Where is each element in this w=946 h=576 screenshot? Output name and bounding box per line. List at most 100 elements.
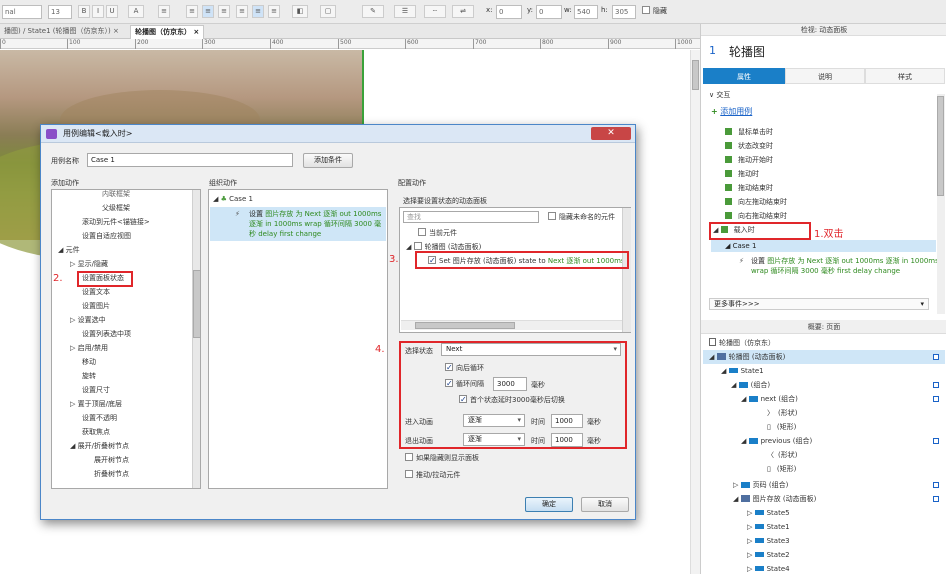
event-item[interactable]: 拖动开始时 bbox=[725, 154, 773, 167]
outline-state[interactable]: ▷ State2 bbox=[747, 548, 790, 562]
list-item[interactable]: ◢ 元件 bbox=[58, 243, 80, 257]
outline-carousel[interactable]: ◢ 轮播图 (动态面板) bbox=[703, 350, 945, 364]
list-item[interactable]: 设置自适应视图 bbox=[82, 229, 131, 243]
list-item[interactable]: 移动 bbox=[82, 355, 96, 369]
outline-state[interactable]: ▷ State3 bbox=[747, 534, 790, 548]
list-item[interactable]: 设置文本 bbox=[82, 285, 110, 299]
outline-rect[interactable]: ▯ (矩形) bbox=[767, 462, 796, 476]
search-input[interactable]: 查找 bbox=[403, 211, 539, 223]
enter-time-input[interactable]: 1000 bbox=[551, 414, 583, 428]
line-width-icon[interactable]: ☰ bbox=[394, 5, 416, 18]
dialog-titlebar[interactable]: 用例编辑<载入时> ✕ bbox=[41, 125, 635, 143]
bold-icon[interactable]: B bbox=[78, 5, 90, 18]
h-input[interactable]: 305 bbox=[612, 5, 636, 19]
underline-icon[interactable]: U bbox=[106, 5, 118, 18]
outline-state[interactable]: ▷ State1 bbox=[747, 520, 790, 534]
valign-middle-icon[interactable]: ≡ bbox=[252, 5, 264, 18]
list-item[interactable]: 设置列表选中项 bbox=[82, 327, 131, 341]
visibility-dot[interactable] bbox=[933, 482, 939, 488]
cancel-button[interactable]: 取消 bbox=[581, 497, 629, 512]
x-input[interactable]: 0 bbox=[496, 5, 522, 19]
org-case[interactable]: ◢ ♣ Case 1 bbox=[213, 192, 253, 206]
outline-image-panel[interactable]: ◢ 图片存放 (动态面板) bbox=[733, 492, 945, 506]
line-color-icon[interactable]: ✎ bbox=[362, 5, 384, 18]
list-item[interactable]: ▷ 显示/隐藏 bbox=[70, 257, 108, 271]
outline-state1[interactable]: ◢ State1 bbox=[721, 364, 764, 378]
shadow-icon[interactable]: ▢ bbox=[320, 5, 336, 18]
visibility-dot[interactable] bbox=[933, 354, 939, 360]
scroll-thumb[interactable] bbox=[415, 322, 515, 329]
case-action[interactable]: ⚡ 设置 图片存放 为 Next 逐渐 out 1000ms 逐渐 in 1000… bbox=[739, 256, 941, 276]
outline-shape[interactable]: 〉 (形状) bbox=[767, 406, 797, 420]
wrap-checkbox[interactable]: 向后循环 bbox=[445, 361, 484, 375]
outline-group[interactable]: ◢ (组合) bbox=[731, 378, 945, 392]
y-input[interactable]: 0 bbox=[536, 5, 562, 19]
list-item[interactable]: ◢ 展开/折叠树节点 bbox=[70, 439, 129, 453]
list-item[interactable]: 父级框架 bbox=[102, 201, 130, 215]
outline-page[interactable]: 轮播图（仿京东） bbox=[709, 336, 775, 350]
outline-pager[interactable]: ▷ 页码 (组合) bbox=[733, 478, 945, 492]
exit-anim-select[interactable]: 逐渐 bbox=[463, 433, 525, 446]
enter-anim-select[interactable]: 逐渐 bbox=[463, 414, 525, 427]
tab-carousel[interactable]: 轮播图（仿京东） × bbox=[130, 25, 205, 39]
event-item[interactable]: 向左拖动结束时 bbox=[725, 196, 787, 209]
exit-time-input[interactable]: 1000 bbox=[551, 433, 583, 447]
visibility-dot[interactable] bbox=[933, 496, 939, 502]
panel-tree-vscrollbar[interactable] bbox=[622, 208, 631, 332]
valign-bottom-icon[interactable]: ≡ bbox=[268, 5, 280, 18]
org-action-text[interactable]: ⚡ 设置 图片存放 为 Next 逐渐 out 1000ms 逐渐 in 1000… bbox=[235, 209, 385, 239]
list-item[interactable]: 设置图片 bbox=[82, 299, 110, 313]
list-item[interactable]: 滚动到元件<锚链接> bbox=[82, 215, 150, 229]
canvas-scrollbar[interactable] bbox=[690, 50, 700, 574]
align-right-icon[interactable]: ≡ bbox=[218, 5, 230, 18]
event-item[interactable]: 状态改变时 bbox=[725, 140, 773, 153]
align-center-icon[interactable]: ≡ bbox=[202, 5, 214, 18]
align-left-icon[interactable]: ≡ bbox=[186, 5, 198, 18]
interval-input[interactable]: 3000 bbox=[493, 377, 527, 391]
close-button[interactable]: ✕ bbox=[591, 127, 631, 140]
hidden-checkbox[interactable]: 隐藏 bbox=[642, 6, 667, 16]
outline-next[interactable]: ◢ next (组合) bbox=[741, 392, 945, 406]
outline-previous[interactable]: ◢ previous (组合) bbox=[741, 434, 945, 448]
list-item[interactable]: 展开树节点 bbox=[94, 453, 129, 467]
w-input[interactable]: 540 bbox=[574, 5, 598, 19]
tab-style[interactable]: 样式 bbox=[865, 68, 945, 84]
italic-icon[interactable]: I bbox=[92, 5, 104, 18]
list-item[interactable]: 旋转 bbox=[82, 369, 96, 383]
first-delay-checkbox[interactable]: 首个状态延时3000毫秒后切换 bbox=[459, 393, 565, 407]
list-icon[interactable]: ≡ bbox=[158, 5, 170, 18]
list-item[interactable]: ▷ 启用/禁用 bbox=[70, 341, 108, 355]
action-list-scrollbar[interactable] bbox=[192, 190, 200, 488]
list-item[interactable]: 设置不透明 bbox=[82, 411, 117, 425]
outline-state[interactable]: ▷ State5 bbox=[747, 506, 790, 520]
ok-button[interactable]: 确定 bbox=[525, 497, 573, 512]
scroll-thumb[interactable] bbox=[937, 96, 944, 196]
show-if-hidden-checkbox[interactable]: 如果隐藏则显示面板 bbox=[405, 451, 479, 465]
push-widgets-checkbox[interactable]: 推动/拉动元件 bbox=[405, 468, 460, 482]
tab-notes[interactable]: 说明 bbox=[785, 68, 865, 84]
line-style-icon[interactable]: ┄ bbox=[424, 5, 446, 18]
widget-name[interactable]: 轮播图 bbox=[729, 43, 765, 60]
outline-shape[interactable]: 〈 (形状) bbox=[767, 448, 797, 462]
visibility-dot[interactable] bbox=[933, 382, 939, 388]
font-select[interactable]: nal bbox=[2, 5, 42, 19]
add-condition-button[interactable]: 添加条件 bbox=[303, 153, 353, 168]
tab-properties[interactable]: 属性 bbox=[703, 68, 785, 84]
interval-checkbox[interactable]: 循环间隔 bbox=[445, 377, 484, 391]
list-item[interactable]: ▷ 设置选中 bbox=[70, 313, 106, 327]
hide-unnamed-checkbox[interactable]: 隐藏未命名的元件 bbox=[548, 210, 615, 224]
scroll-thumb[interactable] bbox=[193, 270, 200, 338]
case-row[interactable]: ◢ Case 1 bbox=[711, 240, 936, 252]
tab-state1[interactable]: 播图) / State1 (轮播图（仿京东）) × bbox=[0, 25, 123, 39]
outline-rect[interactable]: ▯ (矩形) bbox=[767, 420, 796, 434]
list-item[interactable]: 获取焦点 bbox=[82, 425, 110, 439]
state-select[interactable]: Next bbox=[441, 343, 621, 356]
add-case-link[interactable]: + 添加用例 bbox=[711, 106, 752, 117]
current-widget-item[interactable]: 当前元件 bbox=[418, 226, 457, 240]
event-item[interactable]: 拖动时 bbox=[725, 168, 759, 181]
interaction-section[interactable]: ∨ 交互 bbox=[709, 90, 730, 100]
fill-color-icon[interactable]: ◧ bbox=[292, 5, 308, 18]
list-item[interactable]: 内联框架 bbox=[102, 190, 130, 201]
case-name-input[interactable]: Case 1 bbox=[87, 153, 293, 167]
panel-tree-hscrollbar[interactable] bbox=[401, 320, 623, 330]
